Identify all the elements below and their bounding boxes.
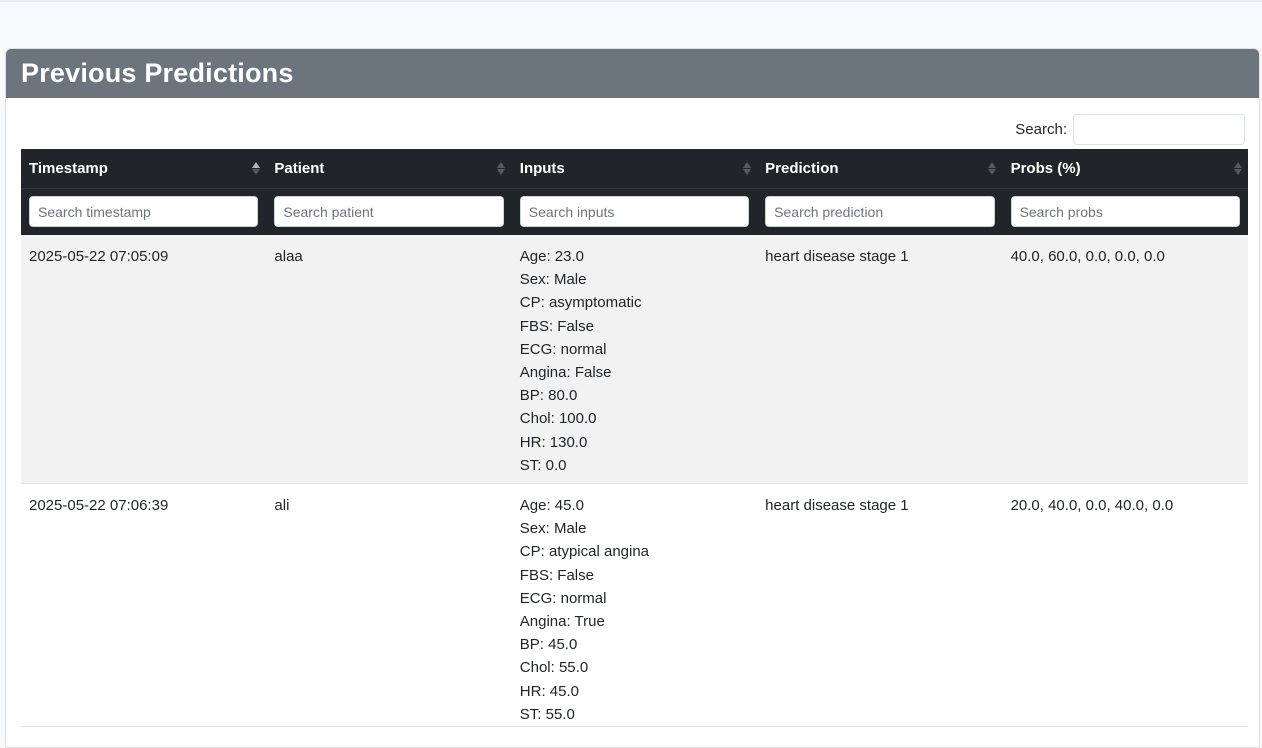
column-label: Timestamp bbox=[29, 159, 108, 177]
table-row: 2025-05-22 07:06:39 ali Age: 45.0 Sex: M… bbox=[21, 483, 1248, 728]
input-line: Age: 45.0 bbox=[519, 497, 584, 515]
predictions-card: Previous Predictions Search: Timestamp P… bbox=[5, 48, 1260, 748]
table-filter-row bbox=[21, 188, 1248, 235]
cell-patient: ali bbox=[266, 483, 512, 728]
input-line: ST: 0.0 bbox=[519, 456, 567, 474]
input-line: Angina: False bbox=[519, 364, 612, 382]
input-line: FBS: False bbox=[519, 566, 594, 584]
card-header: Previous Predictions bbox=[6, 49, 1259, 98]
predictions-table: Timestamp Patient Inputs Prediction Prob… bbox=[21, 149, 1248, 728]
sort-icon bbox=[497, 160, 506, 176]
column-label: Inputs bbox=[519, 159, 565, 177]
filter-prediction-input[interactable] bbox=[765, 196, 995, 228]
table-row: 2025-05-22 07:05:09 alaa Age: 23.0 Sex: … bbox=[21, 235, 1248, 485]
input-line: BP: 80.0 bbox=[519, 387, 578, 405]
sort-icon bbox=[742, 160, 751, 176]
sort-asc-icon bbox=[251, 160, 260, 176]
cell-inputs: Age: 23.0 Sex: Male CP: asymptomatic FBS… bbox=[511, 235, 758, 485]
column-label: Patient bbox=[274, 159, 325, 177]
input-line: BP: 45.0 bbox=[519, 636, 578, 654]
input-line: CP: atypical angina bbox=[519, 543, 650, 561]
sort-icon bbox=[1233, 160, 1242, 176]
card-body: Search: Timestamp Patient Inputs Predict… bbox=[6, 98, 1259, 728]
input-line: FBS: False bbox=[519, 317, 594, 335]
input-line: ECG: normal bbox=[519, 589, 607, 607]
filter-patient-input[interactable] bbox=[274, 196, 504, 228]
cell-probs: 40.0, 60.0, 0.0, 0.0, 0.0 bbox=[1002, 235, 1248, 485]
input-line: ST: 55.0 bbox=[519, 705, 575, 723]
cell-inputs: Age: 45.0 Sex: Male CP: atypical angina … bbox=[511, 483, 758, 728]
column-header-probs[interactable]: Probs (%) bbox=[1002, 149, 1248, 189]
cell-prediction: heart disease stage 1 bbox=[757, 235, 1003, 485]
global-search: Search: bbox=[21, 113, 1247, 145]
input-line: ECG: normal bbox=[519, 340, 607, 358]
input-line: Age: 23.0 bbox=[519, 248, 584, 265]
cell-probs: 20.0, 40.0, 0.0, 40.0, 0.0 bbox=[1002, 483, 1248, 728]
column-header-timestamp[interactable]: Timestamp bbox=[21, 149, 267, 189]
column-label: Probs (%) bbox=[1010, 159, 1081, 177]
input-line: Sex: Male bbox=[519, 520, 587, 538]
input-line: Chol: 100.0 bbox=[519, 410, 597, 428]
cell-timestamp: 2025-05-22 07:05:09 bbox=[21, 235, 267, 485]
table-header-row: Timestamp Patient Inputs Prediction Prob… bbox=[21, 149, 1248, 189]
column-header-patient[interactable]: Patient bbox=[266, 149, 512, 189]
column-label: Prediction bbox=[765, 159, 839, 177]
column-header-inputs[interactable]: Inputs bbox=[511, 149, 758, 189]
search-label: Search: bbox=[1015, 120, 1067, 138]
input-line: CP: asymptomatic bbox=[519, 294, 642, 312]
cell-prediction: heart disease stage 1 bbox=[757, 483, 1003, 728]
search-input[interactable] bbox=[1073, 113, 1245, 145]
sort-icon bbox=[988, 160, 997, 176]
filter-inputs-input[interactable] bbox=[519, 196, 750, 228]
cell-timestamp: 2025-05-22 07:06:39 bbox=[21, 483, 267, 728]
page-title: Previous Predictions bbox=[21, 58, 294, 88]
input-line: Angina: True bbox=[519, 613, 605, 631]
input-line: HR: 130.0 bbox=[519, 433, 588, 451]
input-line: Sex: Male bbox=[519, 271, 587, 289]
column-header-prediction[interactable]: Prediction bbox=[757, 149, 1003, 189]
cell-patient: alaa bbox=[266, 235, 512, 485]
input-line: HR: 45.0 bbox=[519, 682, 579, 700]
filter-timestamp-input[interactable] bbox=[29, 196, 259, 228]
top-bar bbox=[0, 0, 1262, 2]
input-line: Chol: 55.0 bbox=[519, 659, 589, 677]
filter-probs-input[interactable] bbox=[1010, 196, 1240, 228]
